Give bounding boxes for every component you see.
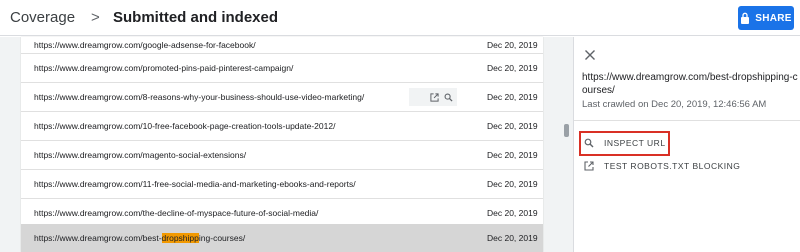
table-row[interactable]: https://www.dreamgrow.com/magento-social… [21,141,543,170]
row-url: https://www.dreamgrow.com/best-dropshipp… [34,233,245,243]
url-table: https://www.dreamgrow.com/google-adsense… [21,37,543,252]
test-robots-label: TEST ROBOTS.TXT BLOCKING [604,161,741,171]
search-icon[interactable] [444,93,453,102]
row-url: https://www.dreamgrow.com/8-reasons-why-… [34,92,365,102]
page-title: Submitted and indexed [113,9,279,26]
url-prefix: https://www.dreamgrow.com/best- [34,233,162,243]
row-url: https://www.dreamgrow.com/google-adsense… [34,40,256,50]
table-row[interactable]: https://www.dreamgrow.com/google-adsense… [21,37,543,54]
url-details-panel: https://www.dreamgrow.com/best-dropshipp… [573,37,800,252]
inspect-url-label: INSPECT URL [604,138,666,148]
test-robots-button[interactable]: TEST ROBOTS.TXT BLOCKING [584,161,740,171]
inspect-url-button[interactable]: INSPECT URL [584,138,666,148]
row-date: Dec 20, 2019 [487,92,538,102]
row-date: Dec 20, 2019 [487,150,538,160]
panel-divider [574,120,800,121]
close-icon[interactable] [584,49,596,61]
row-date: Dec 20, 2019 [487,63,538,73]
breadcrumb-separator: > [91,9,100,26]
row-url: https://www.dreamgrow.com/promoted-pins-… [34,63,294,73]
row-action-icons [409,88,457,106]
lock-icon [741,12,750,24]
table-row[interactable]: https://www.dreamgrow.com/10-free-facebo… [21,112,543,141]
inspected-url: https://www.dreamgrow.com/best-dropshipp… [582,72,798,96]
scrollbar-thumb[interactable] [564,124,569,137]
search-icon [584,138,594,148]
row-url: https://www.dreamgrow.com/10-free-facebo… [34,121,336,131]
share-button[interactable]: SHARE [738,6,794,30]
url-suffix: ing-courses/ [198,233,246,243]
open-in-new-icon [584,161,594,171]
share-label: SHARE [755,12,792,24]
open-in-new-icon[interactable] [430,92,439,102]
table-row-selected[interactable]: https://www.dreamgrow.com/best-dropshipp… [21,224,543,252]
row-date: Dec 20, 2019 [487,208,538,218]
last-crawled-text: Last crawled on Dec 20, 2019, 12:46:56 A… [582,99,767,110]
search-highlight: dropshipp [161,233,199,243]
row-date: Dec 20, 2019 [487,179,538,189]
row-url: https://www.dreamgrow.com/the-decline-of… [34,208,319,218]
row-date: Dec 20, 2019 [487,40,538,50]
row-date: Dec 20, 2019 [487,121,538,131]
table-row[interactable]: https://www.dreamgrow.com/promoted-pins-… [21,54,543,83]
breadcrumb-coverage[interactable]: Coverage [10,9,75,26]
table-row[interactable]: https://www.dreamgrow.com/8-reasons-why-… [21,83,543,112]
table-row[interactable]: https://www.dreamgrow.com/11-free-social… [21,170,543,199]
top-bar: Coverage > Submitted and indexed SHARE [0,0,800,36]
row-date: Dec 20, 2019 [487,233,538,243]
row-url: https://www.dreamgrow.com/magento-social… [34,150,247,160]
row-url: https://www.dreamgrow.com/11-free-social… [34,179,356,189]
